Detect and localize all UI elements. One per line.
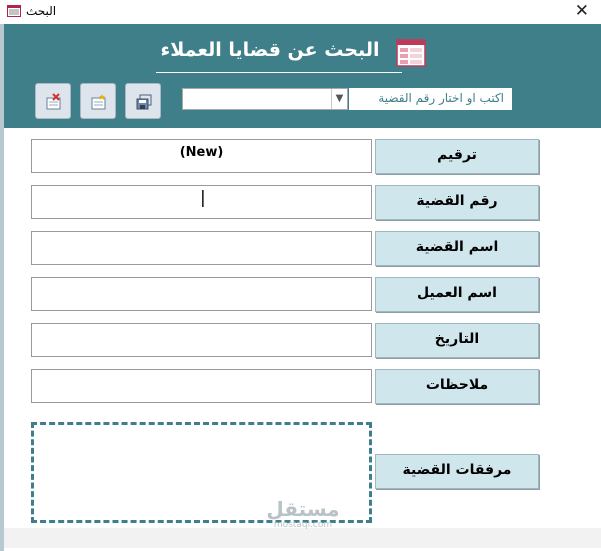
close-icon[interactable]: ✕ <box>575 1 589 21</box>
title-underline <box>156 72 402 73</box>
delete-record-icon <box>46 93 61 110</box>
date-label: التاريخ <box>375 323 539 358</box>
watermark-arabic: مستقل <box>266 497 340 521</box>
form-header: البحث عن قضايا العملاء ▼ اكتب او اختار ر… <box>4 24 601 128</box>
form-icon <box>7 5 21 17</box>
form-footer <box>4 528 601 548</box>
case-number-field[interactable]: | <box>31 185 372 219</box>
case-name-field[interactable] <box>31 231 372 265</box>
attachments-label: مرفقات القضية <box>375 454 539 489</box>
title-bar: البحث ✕ <box>0 0 601 24</box>
notes-field[interactable] <box>31 369 372 403</box>
watermark-latin: mostaql.com <box>273 520 333 530</box>
client-name-field[interactable] <box>31 277 372 311</box>
window-title: البحث <box>26 4 57 18</box>
form-icon <box>396 39 426 67</box>
record-id-value: (New) <box>179 145 224 160</box>
new-record-icon <box>91 94 106 110</box>
watermark: مستقل mostaql.com <box>263 498 343 530</box>
client-name-label: اسم العميل <box>375 277 539 312</box>
record-id-field[interactable]: (New) <box>31 139 372 173</box>
case-number-select[interactable]: ▼ <box>182 88 348 110</box>
page-title: البحث عن قضايا العملاء <box>160 39 380 61</box>
record-id-label: ترقيم <box>375 139 539 174</box>
new-record-button[interactable] <box>80 83 116 119</box>
chevron-down-icon[interactable]: ▼ <box>331 89 347 109</box>
delete-record-button[interactable] <box>35 83 71 119</box>
case-number-label: رقم القضية <box>375 185 539 220</box>
save-record-button[interactable] <box>125 83 161 119</box>
case-name-label: اسم القضية <box>375 231 539 266</box>
notes-label: ملاحظات <box>375 369 539 404</box>
date-field[interactable] <box>31 323 372 357</box>
text-cursor: | <box>200 188 206 208</box>
save-icon <box>136 94 152 110</box>
case-search-label: اكتب او اختار رقم القضية <box>349 88 512 110</box>
